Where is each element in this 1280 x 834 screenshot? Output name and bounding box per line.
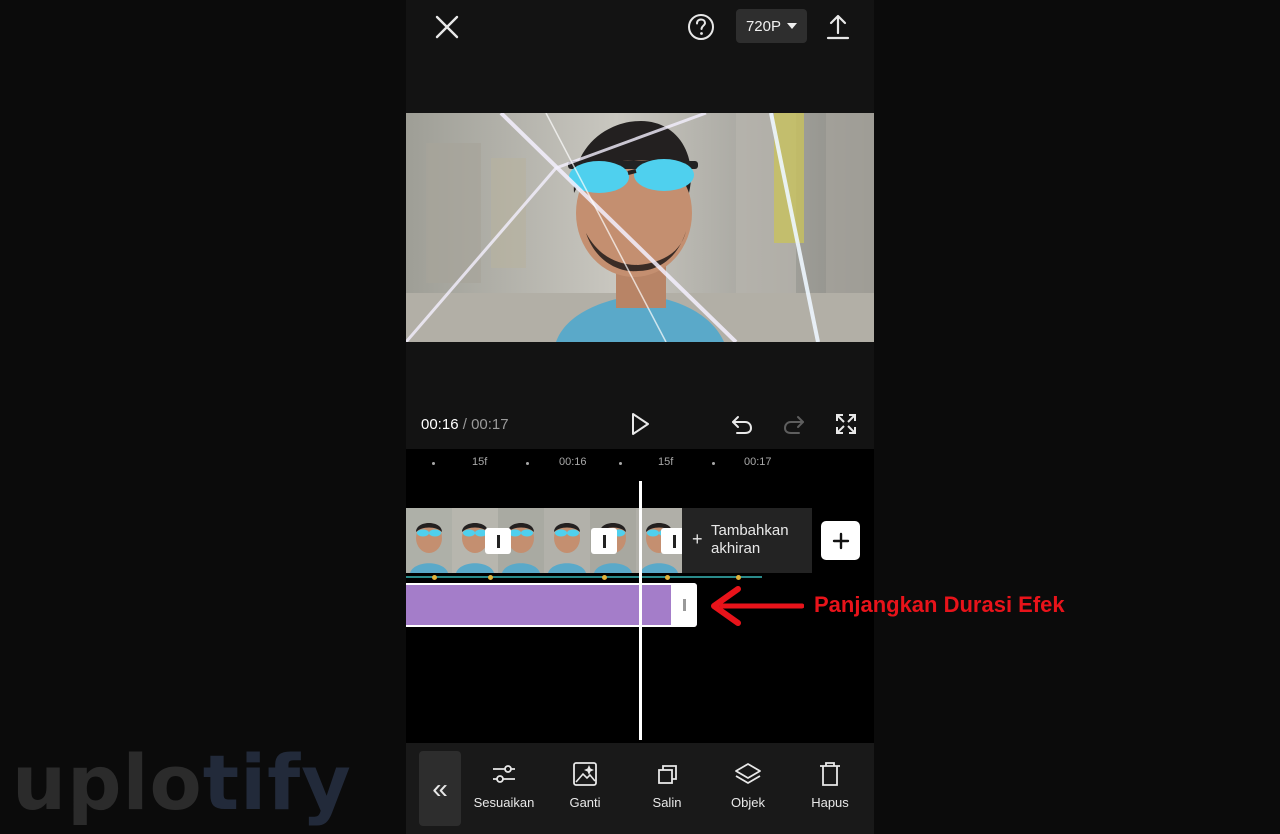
export-icon[interactable] (824, 12, 852, 42)
watermark-part: tify (202, 738, 352, 827)
watermark-logo: uplotify (12, 738, 352, 827)
ruler-label: 00:17 (744, 456, 772, 468)
preview-frame (406, 113, 874, 342)
tool-label: Sesuaikan (473, 795, 535, 810)
editor-screen: 720P 00:16 / 00:17 15f 00:16 15f 00:17 +… (0, 0, 1280, 834)
transition-button[interactable] (485, 528, 511, 554)
keyframe-track (406, 576, 762, 578)
tool-label: Salin (652, 795, 682, 810)
keyframe-dot[interactable] (736, 575, 741, 580)
tool-ganti[interactable]: Ganti (545, 761, 625, 810)
tool-label: Ganti (569, 795, 601, 810)
ruler-dot (526, 462, 529, 465)
ruler-label: 15f (658, 456, 674, 468)
effect-trim-handle[interactable] (671, 583, 697, 627)
fullscreen-icon[interactable] (834, 412, 858, 436)
bottom-toolbar: « Sesuaikan Ganti Salin Objek Hapus (406, 743, 874, 834)
timecode: 00:16 / 00:17 (421, 416, 509, 433)
double-chevron-left-icon: « (432, 772, 448, 804)
grip-icon (682, 599, 686, 611)
app-window: 720P 00:16 / 00:17 15f 00:16 15f 00:17 +… (406, 0, 874, 834)
redo-icon[interactable] (782, 412, 806, 436)
collapse-button[interactable]: « (419, 751, 461, 826)
add-ending-label: Tambahkan akhiran (711, 522, 789, 557)
timeline-ruler: 15f 00:16 15f 00:17 (406, 449, 874, 479)
video-preview[interactable] (406, 113, 874, 342)
transition-icon (602, 534, 606, 548)
tool-sesuaikan[interactable]: Sesuaikan (464, 761, 544, 810)
transition-button[interactable] (591, 528, 617, 554)
ruler-dot (432, 462, 435, 465)
play-icon[interactable] (628, 412, 652, 436)
layers-icon (735, 763, 761, 784)
transition-icon (672, 534, 676, 548)
caret-down-icon (787, 23, 798, 29)
copy-icon (658, 765, 677, 784)
annotation-text: Panjangkan Durasi Efek (814, 592, 1065, 617)
ruler-dot (712, 462, 715, 465)
trash-icon (820, 762, 840, 786)
transition-icon (496, 534, 500, 548)
tool-hapus[interactable]: Hapus (790, 761, 870, 810)
replace-image-icon (573, 762, 597, 786)
playhead[interactable] (639, 481, 642, 740)
top-bar: 720P (406, 0, 874, 113)
time-separator: / (458, 416, 472, 433)
tool-objek[interactable]: Objek (708, 761, 788, 810)
add-ending-button[interactable]: + Tambahkan akhiran (682, 508, 812, 573)
help-icon[interactable] (686, 12, 716, 42)
tool-label: Hapus (811, 795, 849, 810)
close-icon[interactable] (430, 10, 464, 44)
tool-salin[interactable]: Salin (627, 761, 707, 810)
keyframe-dot[interactable] (488, 575, 493, 580)
clip-thumbnail[interactable] (406, 508, 452, 573)
add-clip-button[interactable] (821, 521, 860, 560)
watermark-part: uplo (12, 738, 203, 827)
ruler-label: 15f (472, 456, 488, 468)
annotation-arrow-icon (711, 586, 804, 626)
undo-icon[interactable] (730, 412, 754, 436)
total-time: 00:17 (471, 416, 509, 433)
effect-clip[interactable] (406, 583, 697, 627)
sliders-icon (493, 765, 515, 783)
keyframe-dot[interactable] (602, 575, 607, 580)
ruler-label: 00:16 (559, 456, 587, 468)
resolution-label: 720P (745, 17, 782, 35)
player-controls: 00:16 / 00:17 (406, 342, 874, 449)
current-time: 00:16 (421, 416, 459, 433)
ruler-dot (619, 462, 622, 465)
clip-thumbnail[interactable] (544, 508, 590, 573)
keyframe-dot[interactable] (432, 575, 437, 580)
plus-icon: + (692, 529, 703, 549)
resolution-dropdown[interactable]: 720P (736, 9, 807, 43)
keyframe-dot[interactable] (665, 575, 670, 580)
plus-icon (832, 532, 849, 549)
tool-label: Objek (731, 795, 765, 810)
